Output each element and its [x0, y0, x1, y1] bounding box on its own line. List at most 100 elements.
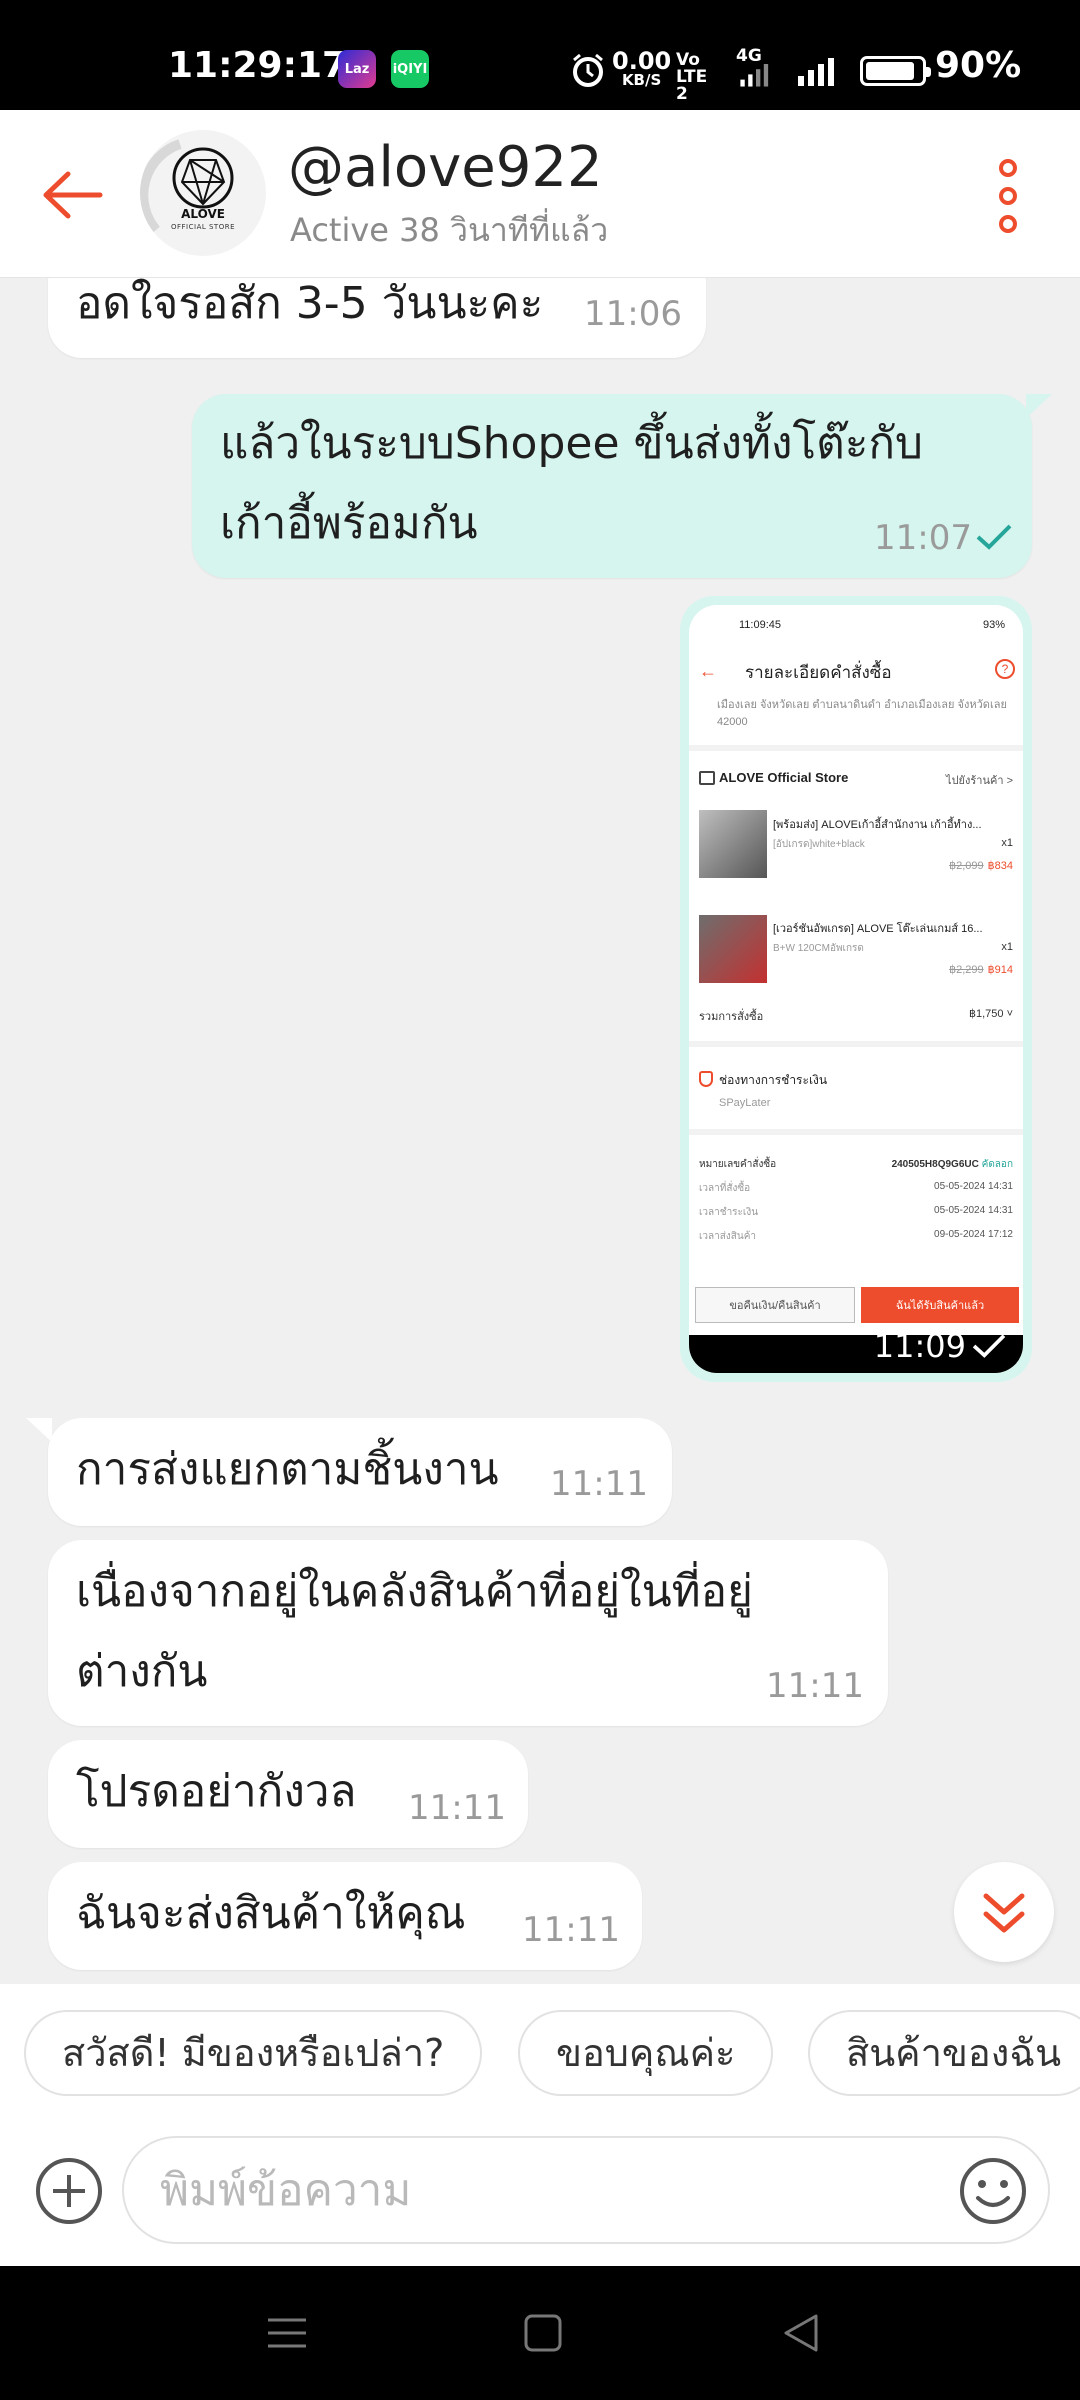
avatar-brand-sub: OFFICIAL STORE — [170, 223, 235, 231]
more-options-icon[interactable] — [990, 156, 1026, 236]
item-name: [เวอร์ชันอัพเกรด] ALOVE โต๊ะเล่นเกมส์ 16… — [773, 923, 983, 935]
order-copy: คัดลอก — [981, 1159, 1013, 1170]
shield-icon — [699, 1071, 713, 1087]
back-arrow-icon[interactable] — [38, 160, 108, 230]
item-old-price: ฿2,299 — [949, 964, 984, 976]
received-message[interactable]: โปรดอย่ากังวล 11:11 — [48, 1740, 528, 1848]
store-icon — [699, 771, 715, 785]
item-old-price: ฿2,099 — [949, 860, 984, 872]
item-new-price: ฿834 — [987, 860, 1013, 872]
order-screenshot-image[interactable]: 11:09:45 93% ← รายละเอียดคำสั่งซื้อ ? เม… — [689, 605, 1023, 1373]
order-time-value: 05-05-2024 14:31 — [934, 1181, 1013, 1192]
item-new-price: ฿914 — [987, 964, 1013, 976]
status-bar: 11:29:17 Laz iQIYI 0.00 KB/S Vo LTE2 4G … — [0, 0, 1080, 110]
divider — [689, 1129, 1023, 1135]
home-icon[interactable] — [520, 2310, 566, 2356]
payment-time-label: เวลาชำระเงิน — [699, 1207, 759, 1218]
battery-fill — [866, 62, 914, 80]
system-nav-bar — [0, 2266, 1080, 2400]
battery-icon — [860, 56, 931, 86]
double-chevron-down-icon — [983, 1893, 1025, 1933]
contact-name[interactable]: @alove922 — [288, 136, 603, 200]
item-qty: x1 — [1001, 837, 1013, 849]
order-time-label: เวลาที่สั่งซื้อ — [699, 1183, 751, 1194]
alarm-icon — [573, 53, 603, 87]
received-message[interactable]: การส่งแยกตามชิ้นงาน 11:11 — [48, 1418, 672, 1526]
ship-time-label: เวลาส่งสินค้า — [699, 1231, 757, 1242]
item-variant: B+W 120CMอัพเกรด — [773, 943, 864, 954]
network-speed: 0.00 KB/S — [612, 49, 671, 88]
refund-button: ขอคืนเงิน/คืนสินค้า — [695, 1287, 855, 1323]
received-message[interactable]: เนื่องจากอยู่ในคลังสินค้าที่อยู่ในที่อยู… — [48, 1540, 888, 1726]
payment-time-value: 05-05-2024 14:31 — [934, 1205, 1013, 1216]
signal-icon-2 — [798, 58, 834, 86]
lazada-app-icon: Laz — [338, 50, 376, 88]
alove-logo-icon — [140, 139, 234, 234]
item-name: [พร้อมส่ง] ALOVEเก้าอี้สำนักงาน เก้าอี้ท… — [773, 819, 982, 831]
back-icon[interactable] — [778, 2310, 824, 2356]
message-text-line-1: เนื่องจากอยู่ในคลังสินค้าที่อยู่ในที่อยู… — [76, 1566, 753, 1617]
scroll-to-bottom-button[interactable] — [954, 1862, 1054, 1962]
quick-reply-chip[interactable]: สวัสดี! มีของหรือเปล่า? — [24, 2010, 483, 2096]
ship-time-value: 09-05-2024 17:12 — [934, 1229, 1013, 1240]
item-price: ฿2,299 ฿914 — [949, 963, 1013, 976]
plus-icon[interactable] — [36, 2158, 102, 2224]
battery-percent: 90% — [935, 45, 1022, 86]
sent-check-icon — [972, 1334, 1006, 1358]
contact-active-status: Active 38 วินาทีที่แล้ว — [290, 211, 609, 249]
message-text-line-2: เก้าอี้พร้อมกัน — [220, 498, 478, 549]
message-text: การส่งแยกตามชิ้นงาน — [76, 1444, 499, 1495]
screenshot-battery: 93% — [982, 619, 1005, 631]
message-text: โปรดอย่ากังวล — [76, 1766, 357, 1817]
item-variant: [อัปเกรด]white+black — [773, 839, 865, 850]
screenshot-store-name: ALOVE Official Store — [719, 770, 849, 785]
item-price: ฿2,099 ฿834 — [949, 859, 1013, 872]
received-message[interactable]: ฉันจะส่งสินค้าให้คุณ 11:11 — [48, 1862, 642, 1970]
network-type: 4G — [736, 46, 762, 66]
order-number: 240505H8Q9G6UC คัดลอก — [892, 1157, 1013, 1172]
image-message[interactable]: 11:09:45 93% ← รายละเอียดคำสั่งซื้อ ? เม… — [680, 596, 1032, 1382]
message-text-line-1: แล้วในระบบShopee ขึ้นส่งทั้งโต๊ะกับ — [220, 418, 923, 469]
message-time: 11:07 — [874, 518, 972, 558]
payment-method: SPayLater — [719, 1097, 771, 1109]
chat-header: ALOVE OFFICIAL STORE @alove922 Active 38… — [0, 110, 1080, 278]
message-time: 11:11 — [408, 1788, 506, 1828]
order-number-value: 240505H8Q9G6UC — [891, 1159, 979, 1170]
bubble-tail — [26, 1418, 52, 1443]
message-text: ฉันจะส่งสินค้าให้คุณ — [76, 1888, 466, 1939]
item-qty: x1 — [1001, 941, 1013, 953]
quick-reply-chip[interactable]: สินค้าของฉัน — [808, 2010, 1080, 2096]
iqiyi-app-icon: iQIYI — [391, 50, 429, 88]
received-button: ฉันได้รับสินค้าแล้ว — [861, 1287, 1019, 1323]
quick-reply-chip[interactable]: ขอบคุณค่ะ — [518, 2010, 774, 2096]
avatar-brand: ALOVE — [181, 207, 225, 221]
quick-replies-bar[interactable]: สวัสดี! มีของหรือเปล่า? ขอบคุณค่ะ สินค้า… — [0, 1984, 1080, 2120]
item-thumbnail-chair — [699, 810, 767, 878]
screenshot-store-link: ไปยังร้านค้า > — [946, 775, 1013, 787]
message-input[interactable] — [122, 2136, 1050, 2244]
message-time: 11:11 — [522, 1910, 620, 1950]
screenshot-title: รายละเอียดคำสั่งซื้อ — [745, 663, 892, 682]
received-message[interactable]: อดใจรอสัก 3-5 วันนะคะ 11:06 — [48, 278, 706, 358]
bubble-tail — [1026, 394, 1052, 419]
message-time: 11:11 — [766, 1666, 864, 1706]
sent-check-icon — [976, 524, 1012, 550]
screenshot-time: 11:09:45 — [739, 619, 782, 631]
chat-area[interactable]: อดใจรอสัก 3-5 วันนะคะ 11:06 แล้วในระบบSh… — [0, 278, 1080, 1984]
sent-message[interactable]: แล้วในระบบShopee ขึ้นส่งทั้งโต๊ะกับ เก้า… — [192, 394, 1032, 578]
message-time: 11:06 — [584, 294, 682, 334]
volte-indicator: Vo LTE2 — [676, 50, 708, 104]
avatar[interactable]: ALOVE OFFICIAL STORE — [140, 130, 266, 256]
menu-icon[interactable] — [264, 2310, 310, 2356]
message-time: 11:09 — [873, 1327, 966, 1365]
message-time: 11:11 — [550, 1464, 648, 1504]
emoji-icon[interactable] — [958, 2156, 1028, 2226]
order-total: ฿1,750 ˅ — [968, 1008, 1013, 1020]
order-number-label: หมายเลขคำสั่งซื้อ — [699, 1159, 777, 1170]
message-input-bar — [0, 2120, 1080, 2266]
screenshot-back-icon: ← — [699, 661, 717, 681]
status-time: 11:29:17 — [168, 45, 348, 86]
divider — [689, 1041, 1023, 1047]
screenshot-status-bar: 11:09:45 93% — [689, 605, 1023, 639]
signal-icon — [740, 64, 769, 87]
